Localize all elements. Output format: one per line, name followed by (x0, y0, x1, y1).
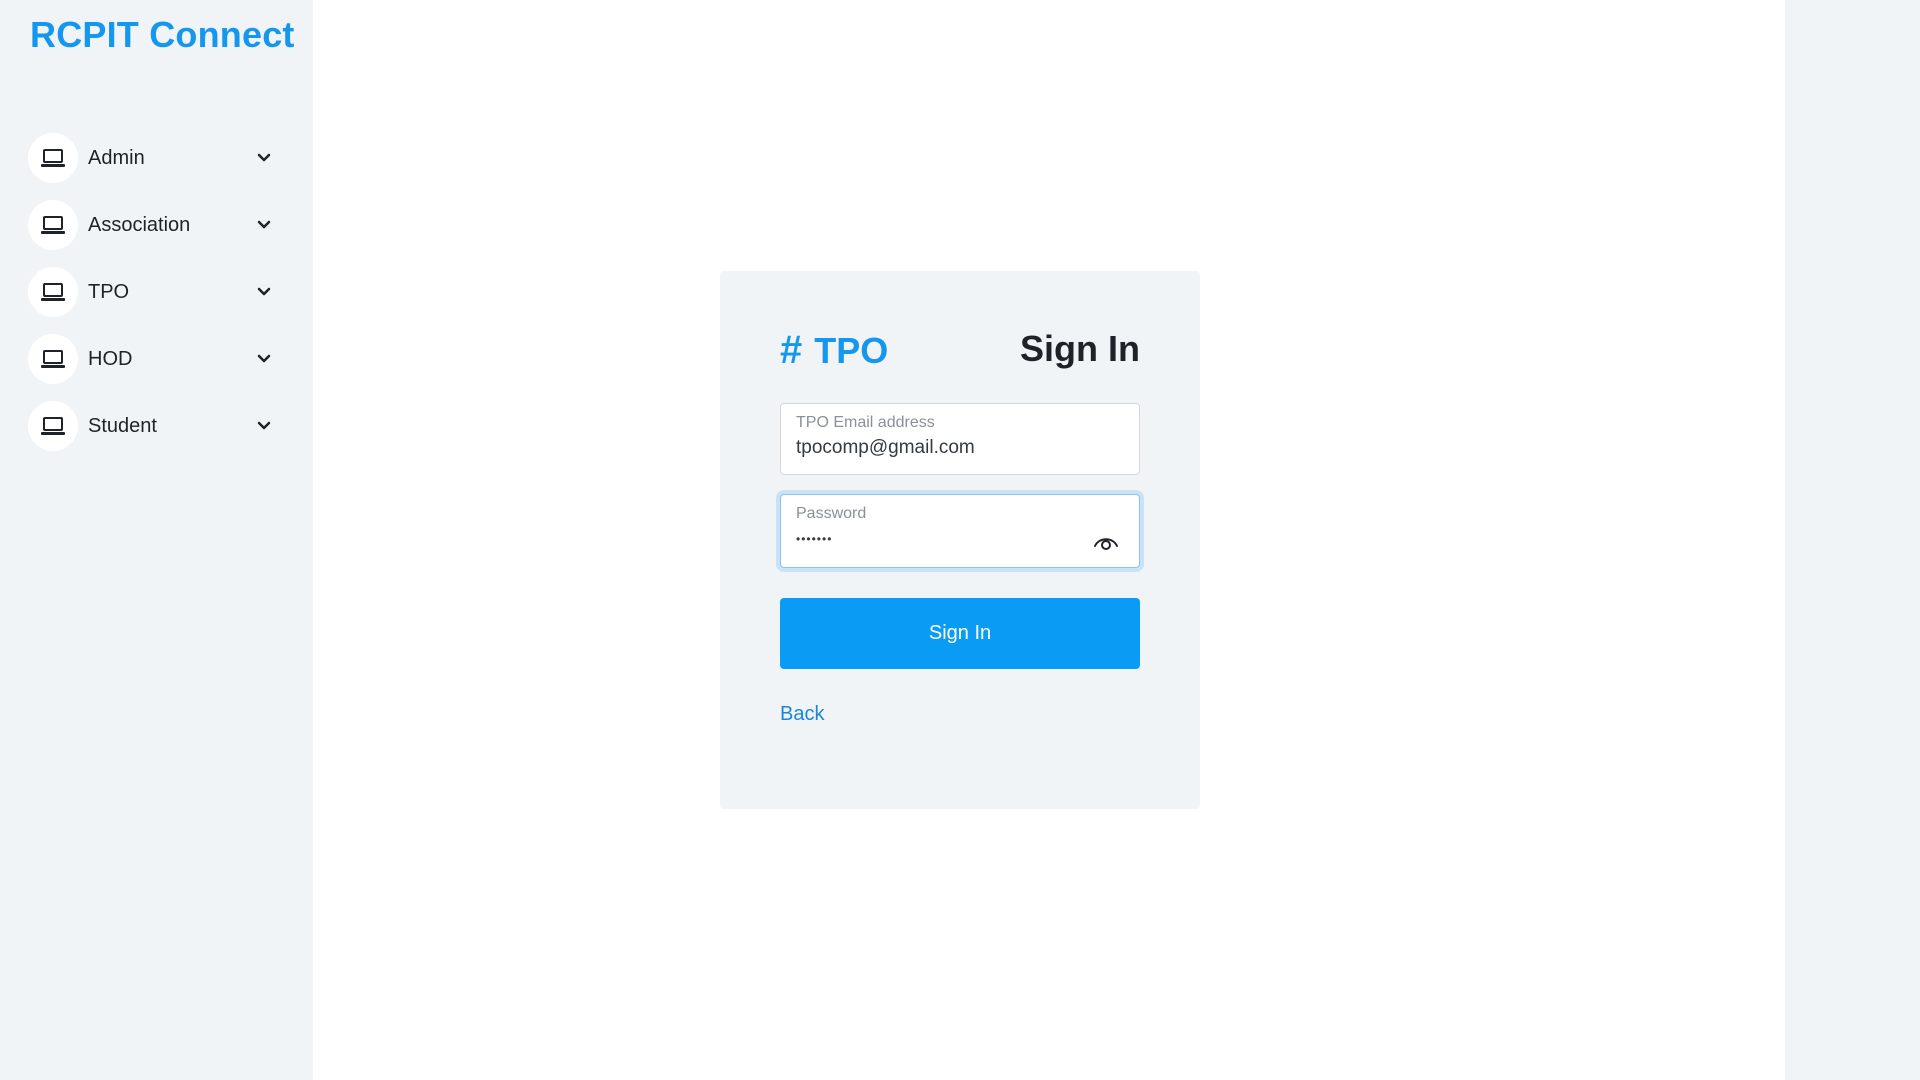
chevron-down-icon[interactable] (252, 146, 276, 170)
right-panel (1785, 0, 1920, 1080)
sign-in-heading: Sign In (1020, 328, 1140, 369)
hash-icon: # (780, 328, 803, 372)
sidebar-item-association[interactable]: Association (28, 200, 278, 250)
laptop-icon (28, 200, 78, 250)
sidebar-item-label: Association (88, 213, 191, 236)
sidebar-item-admin[interactable]: Admin (28, 133, 278, 183)
sidebar-item-label: Admin (88, 146, 145, 169)
sidebar-item-hod[interactable]: HOD (28, 334, 278, 384)
card-header: # TPO Sign In (780, 328, 1140, 378)
app-root: RCPIT Connect Admin Association TPO HOD … (0, 0, 1920, 1080)
chevron-down-icon[interactable] (252, 347, 276, 371)
laptop-icon (28, 133, 78, 183)
eye-icon[interactable] (1091, 529, 1121, 555)
brand-title[interactable]: RCPIT Connect (30, 14, 295, 56)
laptop-icon (28, 334, 78, 384)
email-field[interactable]: TPO Email address (780, 403, 1140, 475)
back-link[interactable]: Back (780, 703, 824, 726)
role-label: TPO (814, 329, 889, 371)
email-label: TPO Email address (796, 414, 935, 431)
sidebar-item-tpo[interactable]: TPO (28, 267, 278, 317)
sidebar-nav: Admin Association TPO HOD Student (28, 133, 278, 468)
sidebar-item-label: TPO (88, 280, 130, 303)
laptop-icon (28, 401, 78, 451)
password-field[interactable]: Password (780, 494, 1140, 568)
sign-in-button[interactable]: Sign In (780, 598, 1140, 669)
password-label: Password (796, 505, 867, 522)
password-input[interactable] (796, 532, 1096, 546)
chevron-down-icon[interactable] (252, 414, 276, 438)
email-input[interactable] (796, 437, 1096, 459)
chevron-down-icon[interactable] (252, 280, 276, 304)
sidebar-item-label: HOD (88, 347, 133, 370)
chevron-down-icon[interactable] (252, 213, 276, 237)
sidebar: RCPIT Connect Admin Association TPO HOD … (0, 0, 313, 1080)
sidebar-item-label: Student (88, 414, 157, 437)
laptop-icon (28, 267, 78, 317)
role-title: # TPO (780, 328, 888, 373)
sidebar-item-student[interactable]: Student (28, 401, 278, 451)
sign-in-card: # TPO Sign In TPO Email address Password… (720, 271, 1200, 809)
